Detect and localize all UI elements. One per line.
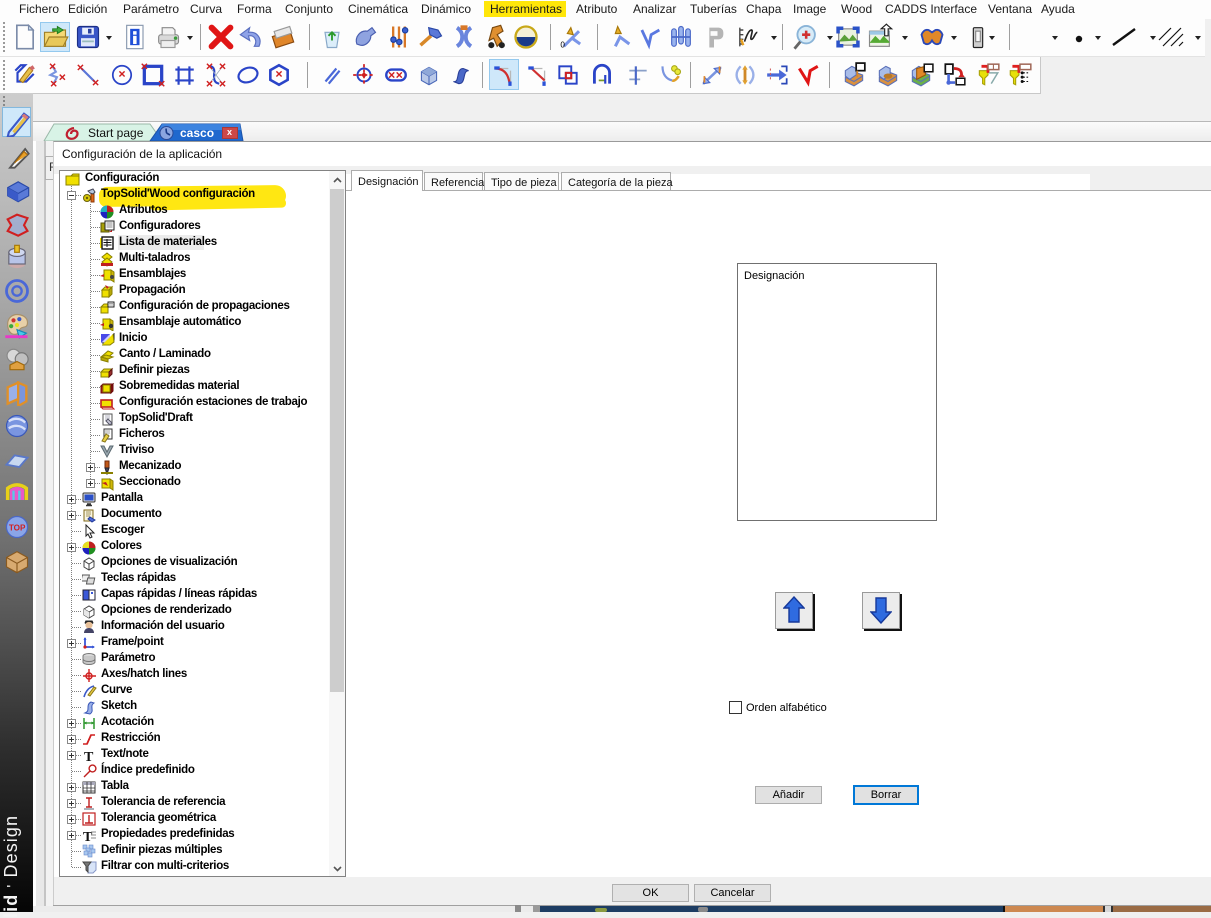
svg-text:0: 0 (560, 41, 565, 50)
svg-text:TOP: TOP (9, 524, 26, 533)
svg-text:T: T (84, 750, 94, 763)
